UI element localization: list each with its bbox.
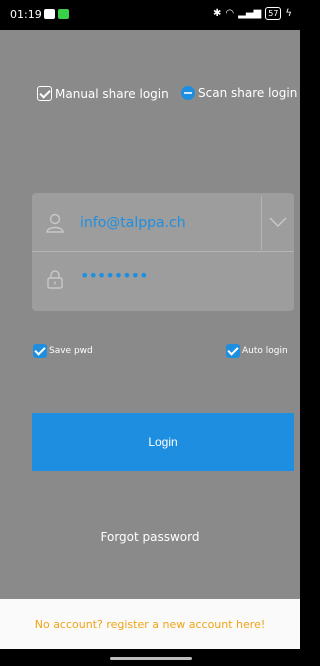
status-icons: ✱ ◠ ▂▄▆ 57 ϟ [213,7,292,20]
status-time: 01:19 [10,8,42,21]
password-field[interactable]: •••••••• [32,251,294,306]
wifi-icon: ◠ [225,8,235,19]
scan-share-label: Scan share login [198,86,298,100]
system-nav-bar [0,649,300,666]
register-link[interactable]: No account? register a new account here! [0,599,300,649]
forgot-password-link[interactable]: Forgot password [0,530,300,544]
chevron-down-icon [269,217,287,227]
username-field[interactable]: info@talppa.ch [32,196,294,250]
status-bar: 01:19 ✱ ◠ ▂▄▆ 57 ϟ [0,0,300,30]
password-input[interactable]: •••••••• [80,266,148,285]
manual-share-checkbox[interactable] [37,86,52,101]
save-pwd-label: Save pwd [49,346,93,356]
save-pwd-option[interactable]: Save pwd [33,344,93,358]
login-mode-options: Manual share login Scan share login [0,86,300,106]
login-screen: 01:19 ✱ ◠ ▂▄▆ 57 ϟ Manual share login Sc… [0,0,300,666]
auto-login-checkbox[interactable] [226,344,240,358]
lock-icon [47,270,63,289]
save-pwd-checkbox[interactable] [33,344,47,358]
username-input[interactable]: info@talppa.ch [80,215,186,231]
scan-share-radio[interactable] [181,86,195,100]
app-notification-icon [58,9,69,19]
user-icon [46,213,64,233]
login-preferences: Save pwd Auto login [0,343,300,359]
battery-icon: 57 [265,7,282,20]
scan-share-login-option[interactable]: Scan share login [181,86,297,100]
signal-icon: ▂▄▆ [238,8,262,19]
bluetooth-icon: ✱ [213,8,222,19]
credentials-card: info@talppa.ch •••••••• [32,193,294,311]
auto-login-label: Auto login [242,346,288,356]
manual-share-login-option[interactable]: Manual share login [37,86,169,101]
home-gesture-handle[interactable] [110,657,192,660]
login-button[interactable]: Login [32,413,294,471]
charging-icon: ϟ [285,8,292,19]
account-dropdown-button[interactable] [261,196,294,250]
notification-icon [44,9,55,19]
auto-login-option[interactable]: Auto login [226,344,288,358]
manual-share-label: Manual share login [55,86,169,101]
